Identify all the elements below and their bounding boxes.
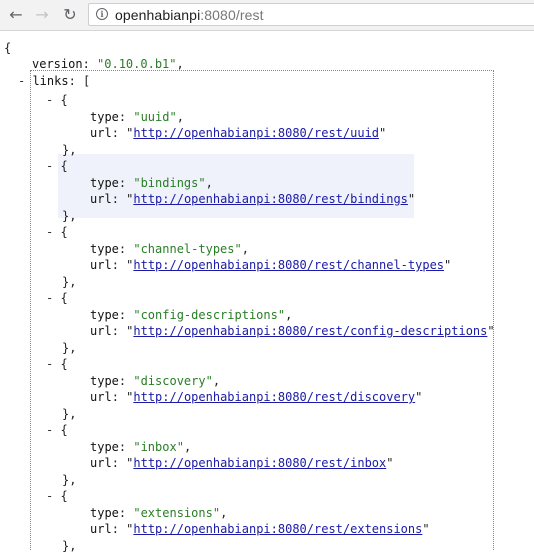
type-value: "channel-types"	[133, 242, 242, 256]
link-object-close: },	[62, 341, 77, 355]
url-line: url: "http://openhabianpi:8080/rest/inbo…	[90, 456, 394, 470]
type-line: type: "extensions",	[90, 506, 228, 520]
link-object-close: },	[62, 143, 77, 157]
version-value: "0.10.0.b1"	[97, 57, 177, 71]
url-text[interactable]: openhabianpi:8080/rest	[115, 7, 264, 23]
url-link[interactable]: http://openhabianpi:8080/rest/extensions	[133, 522, 422, 536]
links-key: links	[32, 74, 69, 88]
link-object-close: },	[62, 407, 77, 421]
url-link[interactable]: http://openhabianpi:8080/rest/bindings	[133, 192, 408, 206]
link-object-close: },	[62, 275, 77, 289]
link-object-open: - {	[46, 93, 68, 107]
url-line: url: "http://openhabianpi:8080/rest/exte…	[90, 522, 430, 536]
url-line: url: "http://openhabianpi:8080/rest/disc…	[90, 390, 423, 404]
type-line: type: "bindings",	[90, 176, 213, 190]
url-line: url: "http://openhabianpi:8080/rest/conf…	[90, 324, 495, 338]
url-path: :8080/rest	[200, 7, 264, 23]
address-bar[interactable]: i openhabianpi:8080/rest	[88, 3, 534, 26]
type-value: "uuid"	[133, 110, 177, 124]
reload-icon: ↻	[63, 5, 77, 24]
url-link[interactable]: http://openhabianpi:8080/rest/discovery	[133, 390, 415, 404]
forward-button[interactable]: →	[31, 4, 53, 26]
link-object-open: - {	[46, 489, 68, 503]
reload-button[interactable]: ↻	[59, 4, 81, 26]
version-key: version	[32, 57, 83, 71]
links-line: - links: [	[18, 74, 91, 88]
url-host: openhabianpi	[115, 7, 201, 23]
url-link[interactable]: http://openhabianpi:8080/rest/uuid	[133, 126, 379, 140]
url-line: url: "http://openhabianpi:8080/rest/bind…	[90, 192, 416, 206]
object-collapse-toggle[interactable]: -	[46, 93, 60, 107]
link-object-close: },	[62, 473, 77, 487]
link-object-open: - {	[46, 291, 68, 305]
object-collapse-toggle[interactable]: -	[46, 489, 60, 503]
link-object-open: - {	[46, 423, 68, 437]
back-button[interactable]: ←	[5, 4, 27, 26]
browser-toolbar: ← → ↻ i openhabianpi:8080/rest	[0, 0, 534, 31]
object-collapse-toggle[interactable]: -	[46, 357, 60, 371]
type-key: type	[90, 440, 119, 454]
url-link[interactable]: http://openhabianpi:8080/rest/inbox	[133, 456, 386, 470]
type-value: "discovery"	[133, 374, 213, 388]
type-line: type: "discovery",	[90, 374, 221, 388]
url-key: url	[90, 324, 112, 338]
json-open-brace: {	[4, 41, 12, 55]
type-key: type	[90, 506, 119, 520]
type-line: type: "channel-types",	[90, 242, 249, 256]
type-key: type	[90, 242, 119, 256]
link-object-open: - {	[46, 225, 68, 239]
type-line: type: "uuid",	[90, 110, 184, 124]
link-object-close: },	[62, 209, 77, 223]
link-object-open: - {	[46, 357, 68, 371]
links-collapse-toggle[interactable]: -	[18, 74, 32, 88]
object-collapse-toggle[interactable]: -	[46, 225, 60, 239]
type-key: type	[90, 110, 119, 124]
version-line: version: "0.10.0.b1",	[32, 57, 184, 71]
type-value: "extensions"	[133, 506, 221, 520]
type-value: "config-descriptions"	[133, 308, 286, 322]
url-key: url	[90, 126, 112, 140]
url-key: url	[90, 258, 112, 272]
url-link[interactable]: http://openhabianpi:8080/rest/channel-ty…	[133, 258, 444, 272]
url-key: url	[90, 456, 112, 470]
object-collapse-toggle[interactable]: -	[46, 423, 60, 437]
url-key: url	[90, 522, 112, 536]
url-key: url	[90, 390, 112, 404]
site-info-icon[interactable]: i	[96, 8, 108, 20]
url-key: url	[90, 192, 112, 206]
url-line: url: "http://openhabianpi:8080/rest/uuid…	[90, 126, 387, 140]
forward-arrow-icon: →	[35, 5, 49, 24]
object-collapse-toggle[interactable]: -	[46, 291, 60, 305]
type-line: type: "inbox",	[90, 440, 192, 454]
type-key: type	[90, 308, 119, 322]
json-viewer: { version: "0.10.0.b1", - links: [ - { ty…	[0, 30, 534, 553]
url-link[interactable]: http://openhabianpi:8080/rest/config-des…	[133, 324, 487, 338]
type-value: "bindings"	[133, 176, 206, 190]
type-key: type	[90, 176, 119, 190]
link-object-open: - {	[46, 159, 68, 173]
type-value: "inbox"	[133, 440, 184, 454]
type-line: type: "config-descriptions",	[90, 308, 293, 322]
link-object-close: },	[62, 539, 77, 553]
object-collapse-toggle[interactable]: -	[46, 159, 60, 173]
type-key: type	[90, 374, 119, 388]
url-line: url: "http://openhabianpi:8080/rest/chan…	[90, 258, 452, 272]
back-arrow-icon: ←	[9, 5, 23, 24]
